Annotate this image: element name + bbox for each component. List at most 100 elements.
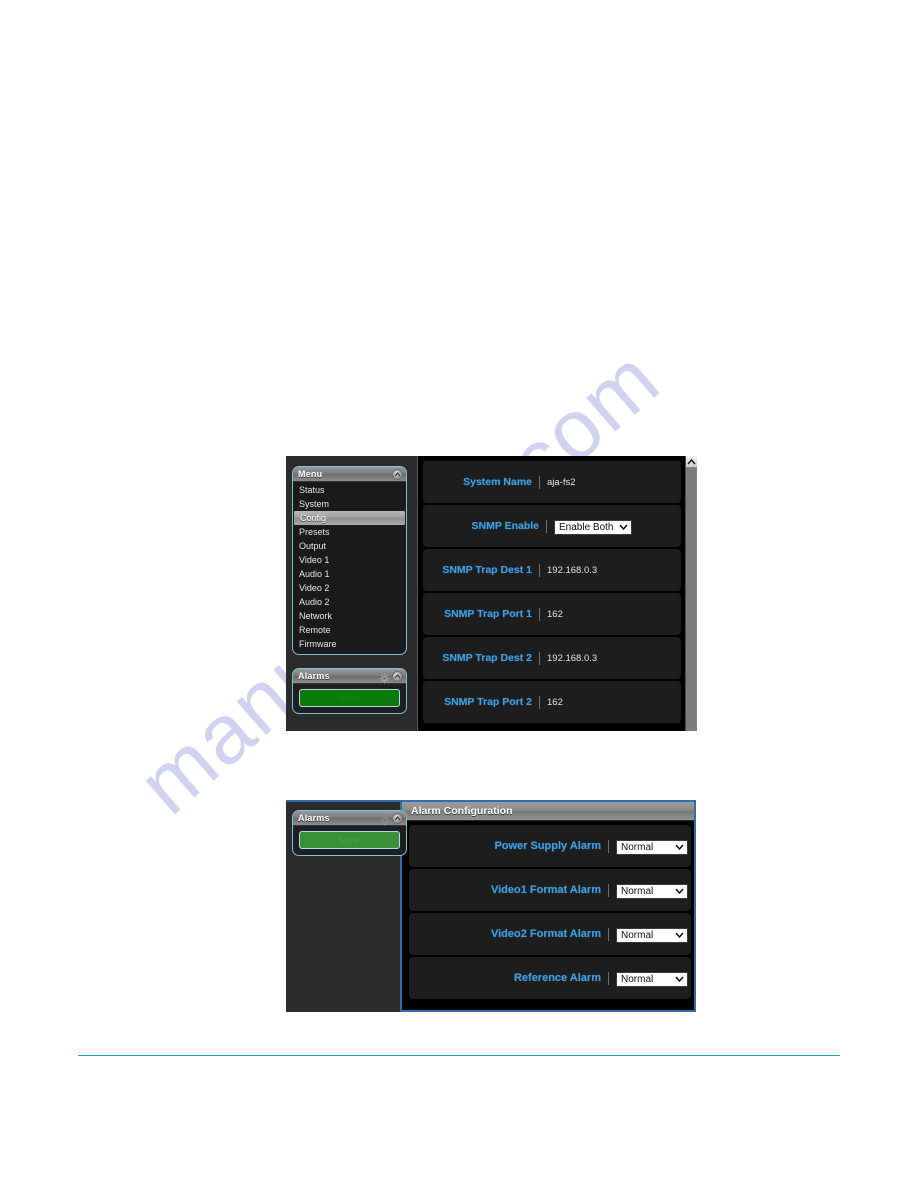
- sidebar-item-firmware[interactable]: Firmware: [293, 637, 406, 651]
- alarms-header-icons: [379, 812, 403, 825]
- page-canvas: manualslive.com Menu StatusSystemConfigP…: [0, 0, 918, 1188]
- figure2-left-column: Alarms None: [286, 802, 407, 1012]
- dropdown-selected-value: Enable Both: [559, 522, 614, 533]
- sidebar-item-status[interactable]: Status: [293, 483, 406, 497]
- chevron-up-circle-icon[interactable]: [392, 812, 403, 824]
- chevron-down-icon: [675, 887, 684, 896]
- chevron-down-icon: [675, 843, 684, 852]
- menu-panel-header: Menu: [293, 467, 406, 482]
- sidebar-item-label: System: [299, 499, 330, 509]
- sidebar-item-label: Audio 1: [299, 569, 330, 579]
- figure-alarm-configuration-screenshot: Alarms None Alarm Configuration Power Su…: [286, 800, 696, 1012]
- setting-value[interactable]: 192.168.0.3: [540, 653, 675, 664]
- setting-label: SNMP Trap Dest 1: [442, 564, 532, 576]
- chevron-down-icon: [675, 931, 684, 940]
- alarms-panel-title: Alarms: [298, 813, 330, 823]
- alarm-status-badge[interactable]: None: [299, 689, 400, 707]
- alarms-panel-header: Alarms: [293, 811, 406, 826]
- setting-row: SNMP Enable Enable Both: [423, 505, 681, 547]
- setting-label: Power Supply Alarm: [494, 840, 601, 852]
- alarm-configuration-title: Alarm Configuration: [402, 802, 694, 821]
- setting-label: Video2 Format Alarm: [490, 928, 601, 940]
- sidebar-item-audio-1[interactable]: Audio 1: [293, 567, 406, 581]
- sidebar-item-label: Video 1: [299, 555, 330, 565]
- alarms-panel-title: Alarms: [298, 671, 330, 681]
- setting-value[interactable]: aja-fs2: [540, 477, 675, 488]
- sidebar-item-label: Network: [299, 611, 333, 621]
- setting-dropdown[interactable]: Enable Both: [554, 520, 632, 535]
- setting-value-cell: Normal: [609, 969, 688, 987]
- sidebar-item-label: Output: [299, 541, 327, 551]
- dropdown-selected-value: Normal: [621, 842, 654, 853]
- setting-value[interactable]: 162: [540, 697, 675, 708]
- gear-icon[interactable]: [379, 813, 390, 825]
- setting-value-cell: Enable Both: [547, 517, 675, 535]
- dropdown-selected-value: Normal: [621, 974, 654, 985]
- scroll-up-arrow-icon[interactable]: [686, 456, 697, 468]
- chevron-down-icon: [675, 975, 684, 984]
- setting-row: Video2 Format Alarm Normal: [409, 913, 691, 955]
- sidebar-item-network[interactable]: Network: [293, 609, 406, 623]
- menu-header-icons: [392, 468, 403, 480]
- chevron-up-circle-icon[interactable]: [392, 670, 403, 682]
- setting-value-cell: Normal: [609, 837, 688, 855]
- sidebar-item-presets[interactable]: Presets: [293, 525, 406, 539]
- setting-label: SNMP Enable: [471, 520, 540, 532]
- figure1-right-column: System Name aja-fs2 SNMP Enable Enable Both…: [417, 456, 697, 731]
- setting-label: SNMP Trap Port 1: [444, 608, 532, 620]
- sidebar-item-video-2[interactable]: Video 2: [293, 581, 406, 595]
- sidebar-item-label: Remote: [299, 625, 331, 635]
- menu-panel-title: Menu: [298, 469, 323, 479]
- sidebar-item-video-1[interactable]: Video 1: [293, 553, 406, 567]
- sidebar-item-output[interactable]: Output: [293, 539, 406, 553]
- alarms-panel: Alarms None: [292, 668, 407, 714]
- menu-panel: Menu Status System Config Presets Output Vide…: [292, 466, 407, 655]
- setting-row: SNMP Trap Dest 2 192.168.0.3: [423, 637, 681, 679]
- figure1-left-column: Menu Status System Config Presets Output Vide…: [286, 456, 417, 731]
- setting-dropdown[interactable]: Normal: [616, 928, 688, 943]
- dropdown-selected-value: Normal: [621, 930, 654, 941]
- setting-row: Video1 Format Alarm Normal: [409, 869, 691, 911]
- setting-row: SNMP Trap Port 2 162: [423, 681, 681, 723]
- menu-item-list: Status System Config Presets Output Video 1 Au…: [293, 482, 406, 654]
- snmp-settings-row-list: System Name aja-fs2 SNMP Enable Enable Both…: [418, 456, 685, 731]
- sidebar-item-label: Config: [300, 513, 327, 523]
- alarm-settings-row-list: Power Supply Alarm Normal Video1 Format Al…: [402, 821, 694, 1010]
- setting-dropdown[interactable]: Normal: [616, 972, 688, 987]
- sidebar-item-system[interactable]: System: [293, 497, 406, 511]
- sidebar-item-label: Firmware: [299, 639, 337, 649]
- setting-value-cell: Normal: [609, 925, 688, 943]
- figure-snmp-config-screenshot: Menu Status System Config Presets Output Vide…: [286, 456, 697, 731]
- setting-dropdown[interactable]: Normal: [616, 840, 688, 855]
- setting-label: SNMP Trap Dest 2: [442, 652, 532, 664]
- figure2-right-column: Alarm Configuration Power Supply Alarm No…: [400, 802, 696, 1012]
- sidebar-item-remote[interactable]: Remote: [293, 623, 406, 637]
- setting-row: SNMP Trap Dest 1 192.168.0.3: [423, 549, 681, 591]
- sidebar-item-config[interactable]: Config: [294, 511, 405, 525]
- dropdown-selected-value: Normal: [621, 886, 654, 897]
- footer-divider: [78, 1055, 840, 1056]
- setting-value[interactable]: 192.168.0.3: [540, 565, 675, 576]
- chevron-down-icon: [618, 523, 628, 532]
- gear-icon[interactable]: [379, 671, 390, 683]
- setting-row: SNMP Trap Port 1 162: [423, 593, 681, 635]
- setting-row: Power Supply Alarm Normal: [409, 825, 691, 867]
- setting-label: Video1 Format Alarm: [490, 884, 601, 896]
- sidebar-item-audio-2[interactable]: Audio 2: [293, 595, 406, 609]
- setting-value[interactable]: 162: [540, 609, 675, 620]
- alarms-panel-header: Alarms: [293, 669, 406, 684]
- alarms-panel: Alarms None: [292, 810, 407, 856]
- setting-dropdown[interactable]: Normal: [616, 884, 688, 899]
- chevron-up-circle-icon[interactable]: [392, 468, 403, 480]
- alarms-header-icons: [379, 670, 403, 683]
- setting-row: Reference Alarm Normal: [409, 957, 691, 999]
- alarm-status-badge[interactable]: None: [299, 831, 400, 849]
- sidebar-item-label: Audio 2: [299, 597, 330, 607]
- setting-row: System Name aja-fs2: [423, 461, 681, 503]
- sidebar-item-label: Video 2: [299, 583, 330, 593]
- setting-label: System Name: [463, 476, 532, 488]
- sidebar-item-label: Status: [299, 485, 325, 495]
- setting-label: Reference Alarm: [513, 972, 601, 984]
- vertical-scrollbar[interactable]: [685, 456, 697, 731]
- setting-value-cell: Normal: [609, 881, 688, 899]
